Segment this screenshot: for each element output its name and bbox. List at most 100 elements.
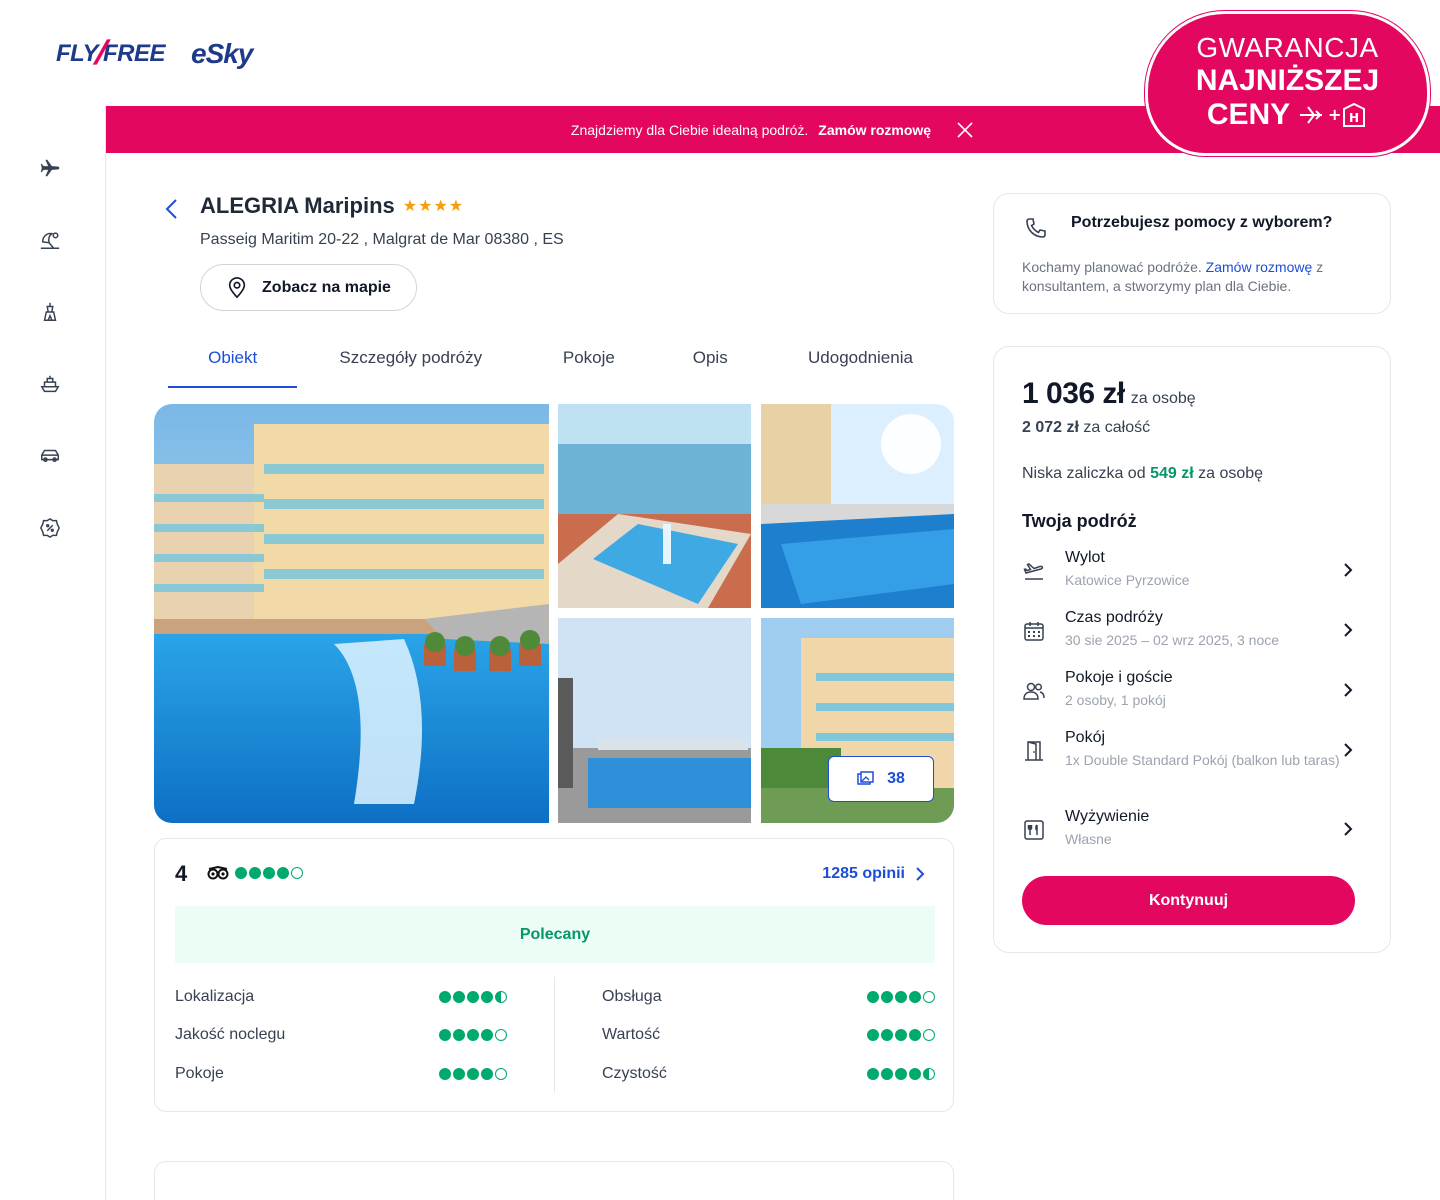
rating-dot [277,867,289,879]
rating-row-czystosc: Czystość [602,1062,935,1086]
rating-dot [867,991,879,1003]
trip-section-title: Twoja podróż [1022,511,1137,531]
hotel-address: Passeig Maritim 20-22 , Malgrat de Mar 0… [200,231,564,248]
trip-item-departure[interactable]: Wylot Katowice Pyrzowice [1022,547,1356,590]
trip-item-room[interactable]: Pokój 1x Double Standard Pokój (balkon lu… [1022,727,1356,770]
rating-dot [481,1068,493,1080]
chevron-right-icon [1344,683,1353,697]
main-hotel-photo[interactable] [154,404,549,823]
rating-dot [481,1029,493,1041]
tripadvisor-rating [207,866,303,880]
rating-dot [895,1029,907,1041]
rating-dot [235,867,247,879]
svg-text:+: + [1328,105,1341,124]
flyfree-logo[interactable]: FLY / FREE [56,34,166,73]
rating-dot [923,1068,935,1080]
trip-item-guests[interactable]: Pokoje i goście 2 osoby, 1 pokój [1022,667,1356,710]
continue-button[interactable]: Kontynuuj [1022,876,1355,925]
rating-dot [867,1068,879,1080]
next-section-card [154,1161,954,1200]
price-per-person: 1 036 zł za osobę [1022,377,1196,410]
help-text: Kochamy planować podróże. Zamów rozmowę … [1022,259,1324,294]
beach-umbrella-icon[interactable] [38,228,62,252]
hotel-stars: ★★★★ [402,198,465,215]
rating-dot [909,1029,921,1041]
landmark-icon[interactable] [38,300,62,324]
rating-dot [495,1068,507,1080]
rating-dots [439,1068,507,1080]
rating-dots [867,1029,935,1041]
rating-dot [453,1029,465,1041]
map-pin-icon [228,276,246,298]
trip-item-meals[interactable]: Wyżywienie Własne [1022,806,1356,849]
order-call-link[interactable]: Zamów rozmowę [818,122,931,138]
calendar-icon [1022,619,1048,645]
photo-gallery[interactable]: 38 [154,404,954,823]
tab-opis[interactable]: Opis [654,340,767,388]
rating-dot [481,991,493,1003]
logo-area[interactable]: FLY / FREE eSky [56,34,253,73]
promo-text: Znajdziemy dla Ciebie idealną podróż. [570,121,809,138]
rating-dot [453,991,465,1003]
chevron-right-icon [1344,822,1353,836]
rating-row-obsluga: Obsługa [602,985,935,1009]
discount-icon[interactable] [38,516,62,540]
rating-dot [895,1068,907,1080]
overall-rating-dots [235,867,303,879]
pool-sunny-photo[interactable] [761,404,954,608]
sidebar-nav [0,106,106,1200]
photo-count-button[interactable]: 38 [828,756,934,802]
hotel-name: ALEGRIA Maripins [200,193,395,218]
back-arrow-icon[interactable] [160,197,184,221]
rating-row-lokalizacja: Lokalizacja [175,985,507,1009]
rating-dot [467,1029,479,1041]
chevron-right-icon [1344,563,1353,577]
tab-udogodnienia[interactable]: Udogodnienia [767,340,954,388]
order-call-link[interactable]: Zamów rozmowę [1206,259,1313,275]
rating-dot [453,1068,465,1080]
svg-text:H: H [1349,111,1359,125]
rating-dot [467,1068,479,1080]
images-icon [857,771,874,785]
rating-row-pokoje: Pokoje [175,1062,507,1086]
hotel-title: ALEGRIA Maripins ★★★★ [200,193,464,219]
rating-dot [439,1068,451,1080]
airplane-icon[interactable] [38,156,62,180]
lowest-price-guarantee-badge[interactable]: GWARANCJA NAJNIŻSZEJ CENY + H [1145,11,1430,156]
reviews-count-link[interactable]: 1285 opinii [822,865,925,883]
rating-dot [923,991,935,1003]
tab-pokoje[interactable]: Pokoje [524,340,653,388]
rating-dots [867,991,935,1003]
ship-icon[interactable] [38,372,62,396]
rating-dot [881,1068,893,1080]
rating-dot [249,867,261,879]
help-card: Potrzebujesz pomocy z wyborem? Kochamy p… [993,193,1391,314]
review-score: 4 [175,861,188,886]
rating-dot [439,991,451,1003]
departure-icon [1022,559,1048,585]
rating-dot [881,1029,893,1041]
trip-item-dates[interactable]: Czas podróży 30 sie 2025 – 02 wrz 2025, 3… [1022,607,1356,650]
recommended-banner: Polecany [175,906,935,963]
phone-icon [1026,218,1046,238]
guarantee-line1: GWARANCJA [1196,32,1379,63]
rating-dot [495,1029,507,1041]
esky-logo[interactable]: eSky [191,38,253,70]
rooftop-pool-photo[interactable] [558,618,751,823]
rating-dot [291,867,303,879]
rating-dot [495,991,507,1003]
tripadvisor-owl-icon [207,866,229,880]
car-icon[interactable] [38,444,62,468]
deposit-info: Niska zaliczka od 549 zł za osobę [1022,465,1264,482]
rating-row-jakosc-noclegu: Jakość noclegu [175,1023,507,1047]
guarantee-line3: CENY + H [1148,98,1427,132]
show-on-map-button[interactable]: Zobacz na mapie [200,264,417,311]
rating-dot [895,991,907,1003]
close-icon[interactable] [955,120,975,140]
tab-szczegoly-podrozy[interactable]: Szczegóły podróży [297,340,524,388]
help-title: Potrzebujesz pomocy z wyborem? [1071,214,1333,231]
reviews-card: 4 1285 opinii Polecany Lokalizacja Jakoś… [154,838,954,1112]
tab-obiekt[interactable]: Obiekt [168,340,298,388]
pool-fountain-photo[interactable] [558,404,751,608]
chevron-right-icon [1344,623,1353,637]
